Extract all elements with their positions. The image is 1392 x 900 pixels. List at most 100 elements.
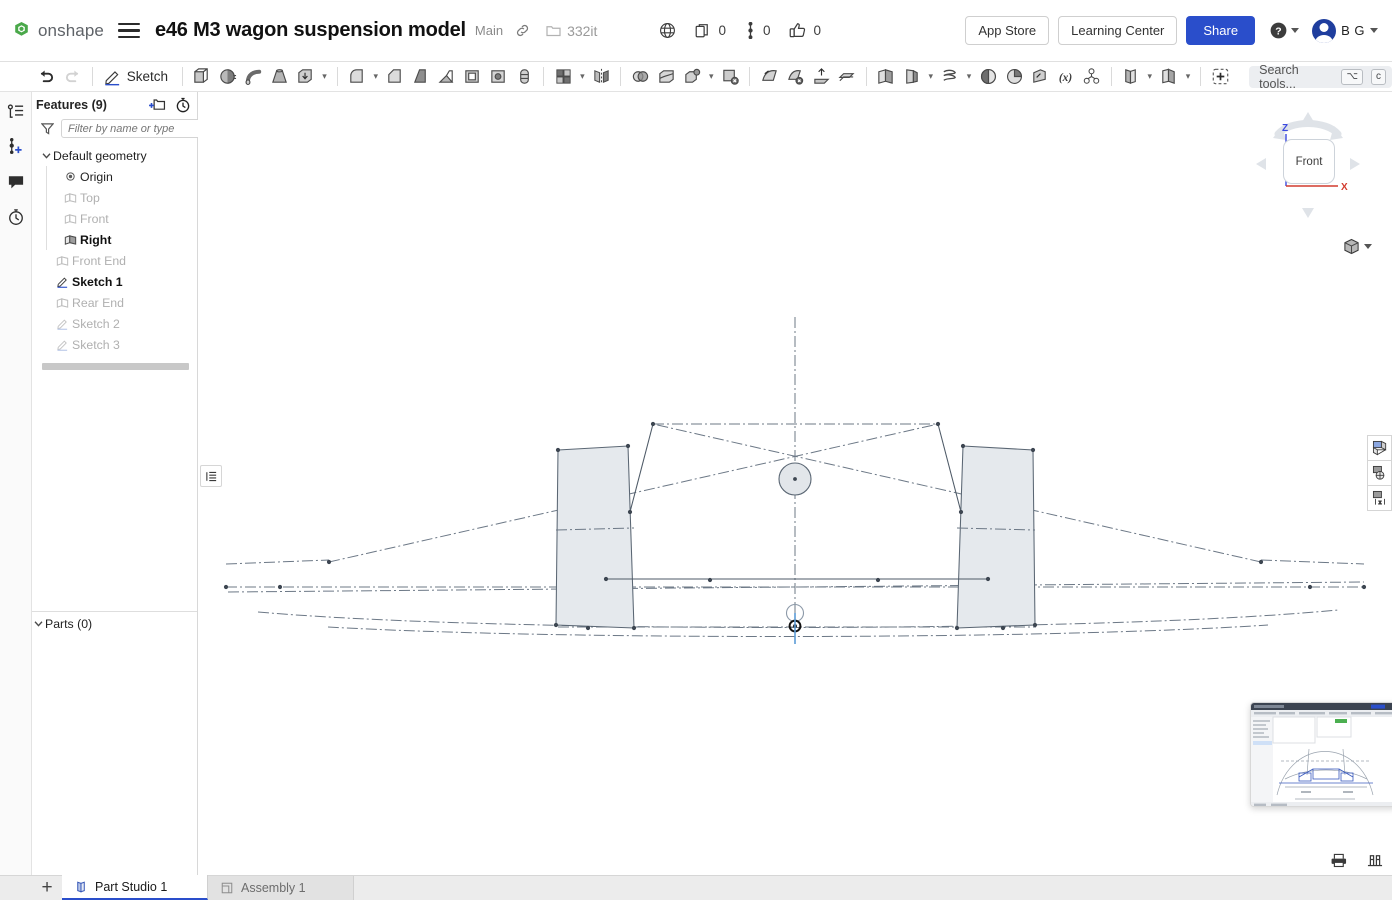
help-menu[interactable]: ? [1269,21,1300,40]
constraint-display-icon[interactable]: x [1367,485,1392,511]
delete-part-icon[interactable] [717,64,743,90]
chevron-down-icon[interactable]: ▾ [1144,71,1156,82]
search-tools[interactable]: Search tools... ⌥ c [1249,63,1392,91]
onshape-logo-icon [12,21,31,40]
view-cube-face[interactable]: Front [1283,139,1335,184]
tree-item-origin[interactable]: Origin [58,166,197,187]
part-studio-insert-icon[interactable] [1118,64,1144,90]
tree-item-top[interactable]: Top [58,187,197,208]
toolbar-divider [620,67,622,86]
add-tab-button[interactable]: + [32,875,62,900]
chevron-down-icon[interactable]: ▾ [370,71,382,82]
sweep-icon[interactable] [241,64,267,90]
chevron-down-icon[interactable]: ▾ [963,71,975,82]
tree-item-sketch-1[interactable]: Sketch 1 [37,271,197,292]
add-custom-feature-icon[interactable] [1207,64,1233,90]
chevron-down-icon[interactable]: ▾ [925,71,937,82]
tree-item-front[interactable]: Front [58,208,197,229]
tab-assembly-1[interactable]: Assembly 1 [208,876,354,900]
hole-icon[interactable] [486,64,512,90]
parts-label: Parts (0) [45,616,93,631]
tree-item-rear-end[interactable]: Rear End [37,292,197,313]
import-icon[interactable] [1001,64,1027,90]
sheet-metal-icon[interactable] [899,64,925,90]
share-button[interactable]: Share [1186,16,1256,45]
move-face-icon[interactable] [756,64,782,90]
insert-version-icon[interactable] [4,135,28,159]
replace-face-icon[interactable] [808,64,834,90]
history-icon[interactable] [4,205,28,229]
view-cube[interactable]: Z X Front [1242,98,1374,230]
user-menu[interactable]: B G [1312,18,1378,43]
loft-icon[interactable] [267,64,293,90]
sketch-legend-toggle[interactable] [200,465,222,487]
extrude-icon[interactable] [189,64,215,90]
plane-icon[interactable] [873,64,899,90]
chevron-down-icon [1291,28,1300,33]
sketch-button[interactable]: Sketch [99,64,176,90]
plane-icon [61,234,80,246]
print-icon[interactable] [1329,850,1348,869]
thicken-icon[interactable] [292,64,318,90]
tree-item-sketch-2[interactable]: Sketch 2 [37,313,197,334]
undo-icon[interactable] [34,64,60,90]
mirror-icon[interactable] [589,64,615,90]
shell-icon[interactable] [460,64,486,90]
configuration-icon[interactable] [1156,64,1182,90]
redo-icon[interactable] [60,64,86,90]
branch-counter[interactable]: 0 [745,22,770,39]
stopwatch-icon[interactable] [175,97,191,113]
filter-icon[interactable] [41,122,54,135]
chevron-down-icon[interactable]: ▾ [576,71,588,82]
tree-item-sketch-3[interactable]: Sketch 3 [37,334,197,355]
comments-icon[interactable] [4,170,28,194]
app-store-button[interactable]: App Store [965,16,1050,45]
brand-logo[interactable]: onshape [12,21,104,41]
fillet-icon[interactable] [344,64,370,90]
tab-label: Part Studio 1 [95,879,168,894]
likes-counter[interactable]: 0 [789,22,821,39]
chevron-down-icon[interactable]: ▾ [1182,71,1194,82]
search-kbd-key: c [1371,68,1387,85]
link-icon[interactable] [515,23,530,38]
split-icon[interactable] [653,64,679,90]
chamfer-icon[interactable] [382,64,408,90]
derived-icon[interactable] [1027,64,1053,90]
display-mode-menu[interactable] [1343,238,1372,255]
curve-icon[interactable] [975,64,1001,90]
thread-icon[interactable] [511,64,537,90]
rollback-bar[interactable] [42,363,189,370]
parts-section-header[interactable]: Parts (0) [32,611,197,635]
features-filter-input[interactable] [61,119,218,138]
draft-icon[interactable] [408,64,434,90]
tree-item-front-end[interactable]: Front End [37,250,197,271]
feature-list-icon[interactable] [4,100,28,124]
hamburger-icon[interactable] [117,22,140,39]
variable-icon[interactable]: (x) [1053,64,1079,90]
helix-icon[interactable] [937,64,963,90]
branch-label[interactable]: Main [475,23,503,38]
folder-chip[interactable]: 332it [546,23,597,39]
group-icon[interactable] [1079,64,1105,90]
chevron-down-icon[interactable]: ▾ [318,71,330,82]
rib-icon[interactable] [434,64,460,90]
tab-part-studio-1[interactable]: Part Studio 1 [62,875,208,900]
copies-counter[interactable]: 0 [695,23,726,39]
boolean-icon[interactable] [627,64,653,90]
revolve-icon[interactable] [215,64,241,90]
measure-icon[interactable] [1365,850,1384,869]
offset-face-icon[interactable] [834,64,860,90]
globe-icon[interactable] [659,22,676,39]
add-folder-icon[interactable] [149,97,166,112]
chevron-down-icon[interactable]: ▾ [705,71,717,82]
drawing-preview-thumbnail[interactable] [1250,702,1392,807]
pattern-icon[interactable] [550,64,576,90]
learning-center-button[interactable]: Learning Center [1058,16,1178,45]
transform-icon[interactable] [679,64,705,90]
delete-face-icon[interactable] [782,64,808,90]
dimension-display-icon[interactable] [1367,460,1392,486]
sketch-display-icon[interactable] [1367,435,1392,461]
tree-group-default-geometry[interactable]: Default geometry [37,145,197,166]
graphics-viewport[interactable]: .cl { stroke: #6c7886; stroke-width: 1; … [198,92,1392,875]
tree-item-right[interactable]: Right [58,229,197,250]
